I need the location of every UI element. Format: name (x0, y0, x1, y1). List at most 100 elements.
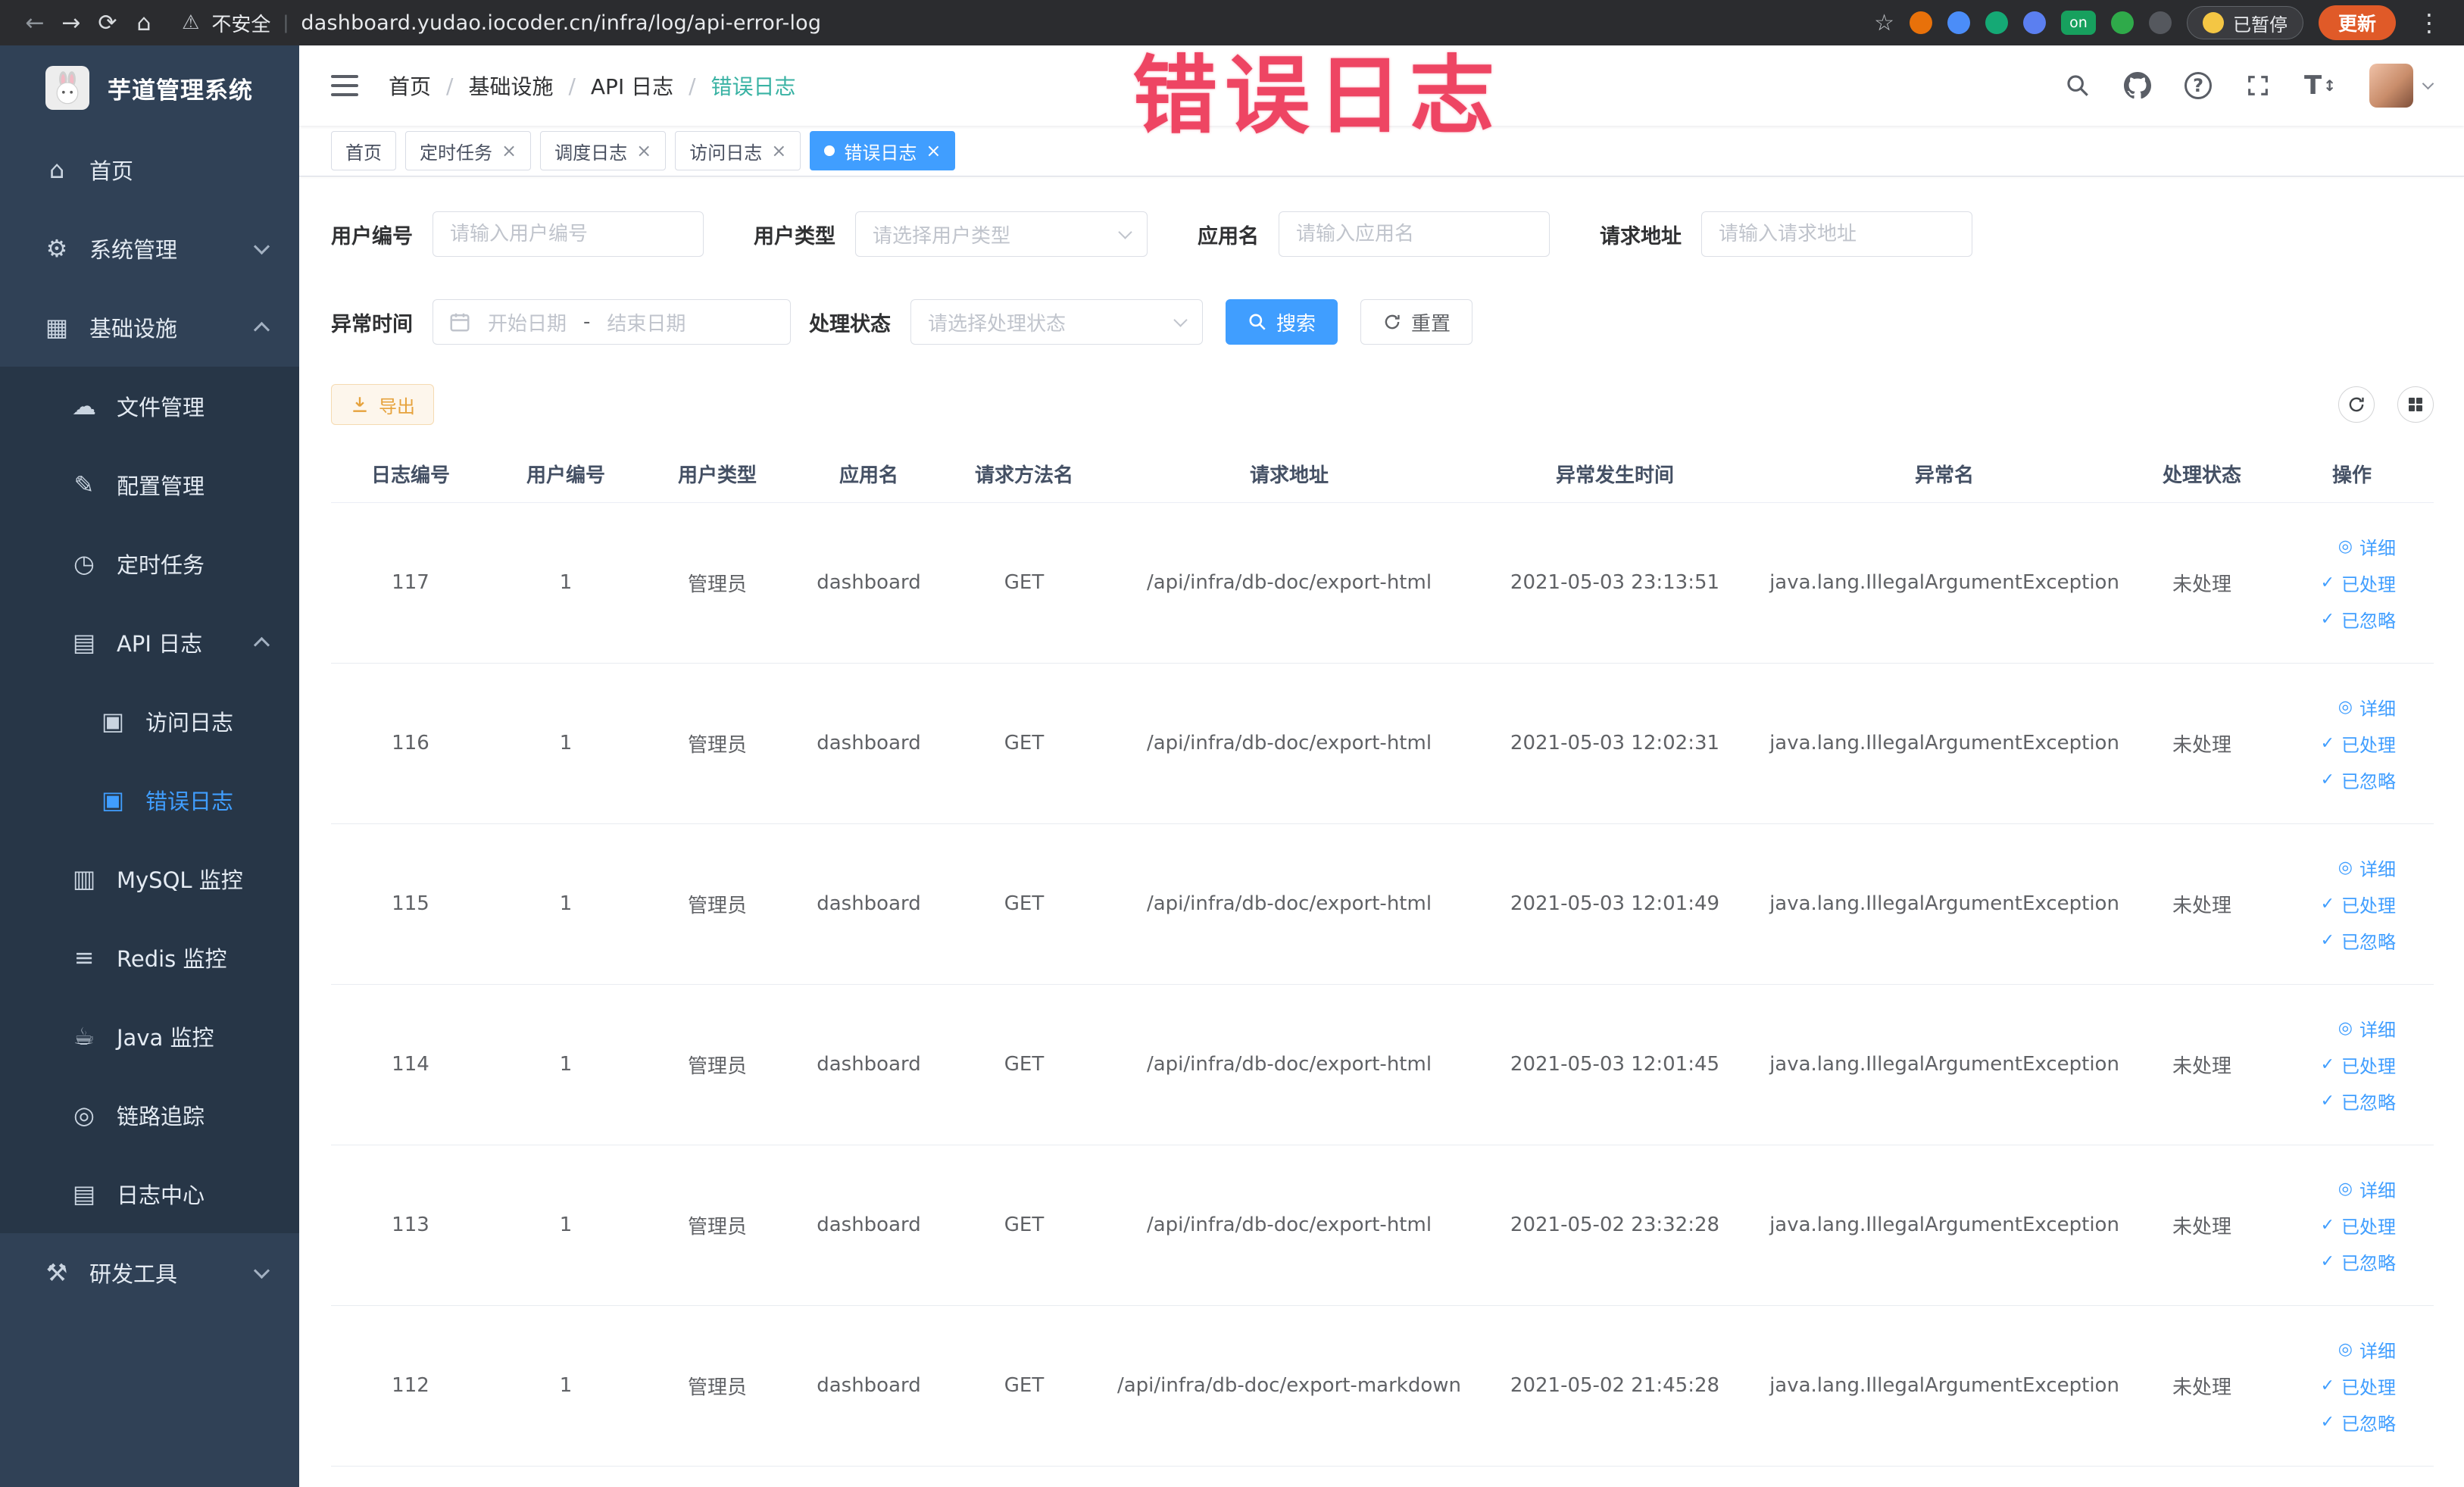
extension-on-badge[interactable]: on (2060, 11, 2096, 35)
extension-paw-icon[interactable] (2148, 11, 2172, 34)
view-icon: ◎ (2338, 697, 2353, 717)
extension-green-icon[interactable] (1985, 11, 2008, 34)
sidebar-item-redis-monitor[interactable]: ≡ Redis 监控 (0, 918, 299, 997)
process-status-select[interactable]: 请选择处理状态 (910, 299, 1203, 345)
column-settings-button[interactable] (2397, 386, 2434, 423)
sidebar-item-home[interactable]: ⌂ 首页 (0, 130, 299, 209)
app-logo[interactable]: 芋道管理系统 (0, 45, 299, 130)
check-icon: ✓ (2320, 573, 2334, 592)
refresh-table-button[interactable] (2338, 386, 2375, 423)
sidebar-item-mysql-monitor[interactable]: ▥ MySQL 监控 (0, 839, 299, 918)
detail-link[interactable]: ◎ 详细 (2338, 1173, 2396, 1204)
paused-extension-button[interactable]: 已暂停 (2186, 6, 2303, 39)
reset-button[interactable]: 重置 (1360, 299, 1473, 345)
avatar-image (2369, 64, 2413, 108)
address-bar[interactable]: ⚠ 不安全 | dashboard.yudao.iocoder.cn/infra… (182, 9, 821, 37)
search-icon (1249, 314, 1266, 330)
detail-link[interactable]: ◎ 详细 (2338, 1333, 2396, 1365)
col-actions: 操作 (2270, 446, 2434, 503)
request-url-input[interactable] (1701, 211, 1972, 257)
sidebar-item-error-log[interactable]: ▣ 错误日志 (0, 761, 299, 839)
close-icon[interactable]: × (771, 140, 786, 161)
sidebar-item-api-logs[interactable]: ▤ API 日志 (0, 603, 299, 682)
github-icon[interactable] (2124, 72, 2152, 99)
rabbit-logo-icon (45, 66, 89, 110)
tab-scheduler-log[interactable]: 调度日志 × (540, 131, 667, 170)
view-icon: ◎ (2338, 1018, 2353, 1038)
app-header: 首页 / 基础设施 / API 日志 / 错误日志 ? T ↕ (299, 45, 2464, 126)
font-size-icon[interactable]: T ↕ (2304, 70, 2336, 101)
check-icon: ✓ (2320, 1054, 2334, 1074)
sidebar-item-java-monitor[interactable]: ☕ Java 监控 (0, 997, 299, 1076)
sidebar-item-config-management[interactable]: ✎ 配置管理 (0, 445, 299, 524)
sidebar-item-access-log[interactable]: ▣ 访问日志 (0, 682, 299, 761)
sidebar-item-system-management[interactable]: ⚙ 系统管理 (0, 209, 299, 288)
detail-link[interactable]: ◎ 详细 (2338, 691, 2396, 723)
sidebar-collapse-icon[interactable] (331, 75, 358, 96)
app-name-input[interactable] (1279, 211, 1550, 257)
sidebar-item-file-management[interactable]: ☁ 文件管理 (0, 367, 299, 445)
bookmark-star-icon[interactable]: ☆ (1874, 10, 1894, 36)
breadcrumb-infrastructure[interactable]: 基础设施 (468, 70, 553, 101)
close-icon[interactable]: × (926, 140, 941, 161)
user-type-select[interactable]: 请选择用户类型 (855, 211, 1148, 257)
ignored-link[interactable]: ✓ 已忽略 (2321, 1085, 2396, 1117)
browser-update-button[interactable]: 更新 (2318, 5, 2396, 40)
browser-menu-icon[interactable]: ⋮ (2411, 8, 2447, 37)
ignored-link[interactable]: ✓ 已忽略 (2321, 1245, 2396, 1277)
tab-error-log[interactable]: 错误日志 × (810, 131, 956, 170)
detail-link[interactable]: ◎ 详细 (2338, 530, 2396, 562)
export-button[interactable]: 导出 (331, 384, 434, 425)
check-icon: ✓ (2320, 1412, 2334, 1432)
browser-reload-icon[interactable]: ⟳ (89, 10, 126, 36)
ignored-link[interactable]: ✓ 已忽略 (2321, 1406, 2396, 1438)
processed-link[interactable]: ✓ 已处理 (2321, 1370, 2396, 1401)
chevron-down-icon (253, 1262, 270, 1279)
processed-link[interactable]: ✓ 已处理 (2321, 727, 2396, 759)
ignored-link[interactable]: ✓ 已忽略 (2321, 764, 2396, 795)
close-icon[interactable]: × (501, 140, 517, 161)
sidebar-item-link-tracing[interactable]: ◎ 链路追踪 (0, 1076, 299, 1154)
chevron-down-icon (253, 238, 270, 255)
search-button[interactable]: 搜索 (1226, 299, 1338, 345)
browser-forward-icon[interactable]: → (53, 10, 89, 36)
check-icon: ✓ (2320, 733, 2334, 753)
user-id-input[interactable] (433, 211, 704, 257)
ignored-link[interactable]: ✓ 已忽略 (2321, 924, 2396, 956)
exception-time-range-picker[interactable]: 开始日期 - 结束日期 (433, 299, 791, 345)
processed-link[interactable]: ✓ 已处理 (2321, 1209, 2396, 1241)
tab-access-log[interactable]: 访问日志 × (675, 131, 801, 170)
close-icon[interactable]: × (636, 140, 651, 161)
tab-home[interactable]: 首页 (331, 131, 396, 170)
sidebar-item-scheduled-tasks[interactable]: ◷ 定时任务 (0, 524, 299, 603)
breadcrumb-home[interactable]: 首页 (389, 70, 431, 101)
extension-leaf-icon[interactable] (2110, 11, 2134, 34)
sidebar-item-infrastructure[interactable]: ▦ 基础设施 (0, 288, 299, 367)
detail-link[interactable]: ◎ 详细 (2338, 851, 2396, 883)
user-avatar[interactable] (2369, 64, 2434, 108)
breadcrumb-api-logs[interactable]: API 日志 (591, 70, 673, 101)
fullscreen-icon[interactable] (2245, 73, 2271, 98)
browser-back-icon[interactable]: ← (17, 10, 53, 36)
sidebar-item-dev-tools[interactable]: ⚒ 研发工具 (0, 1233, 299, 1312)
col-request-url: 请求地址 (1104, 446, 1475, 503)
help-icon[interactable]: ? (2184, 72, 2213, 99)
processed-link[interactable]: ✓ 已处理 (2321, 567, 2396, 598)
sidebar-item-log-center[interactable]: ▤ 日志中心 (0, 1154, 299, 1233)
tab-scheduled-tasks[interactable]: 定时任务 × (405, 131, 532, 170)
check-icon: ✓ (2320, 930, 2334, 950)
chevron-down-icon (1173, 313, 1188, 327)
extension-orange-icon[interactable] (1909, 11, 1932, 34)
search-icon[interactable] (2065, 73, 2091, 98)
table-row: 112 1 管理员 dashboard GET /api/infra/db-do… (331, 1305, 2434, 1467)
table-row: 116 1 管理员 dashboard GET /api/infra/db-do… (331, 663, 2434, 824)
processed-link[interactable]: ✓ 已处理 (2321, 1048, 2396, 1080)
processed-link[interactable]: ✓ 已处理 (2321, 888, 2396, 920)
browser-home-icon[interactable]: ⌂ (126, 10, 162, 36)
detail-link[interactable]: ◎ 详细 (2338, 1012, 2396, 1044)
extension-grid-icon[interactable] (2022, 11, 2046, 34)
col-app-name: 应用名 (793, 446, 945, 503)
table-row: 114 1 管理员 dashboard GET /api/infra/db-do… (331, 984, 2434, 1145)
extension-blue-icon[interactable] (1947, 11, 1970, 34)
ignored-link[interactable]: ✓ 已忽略 (2321, 603, 2396, 635)
